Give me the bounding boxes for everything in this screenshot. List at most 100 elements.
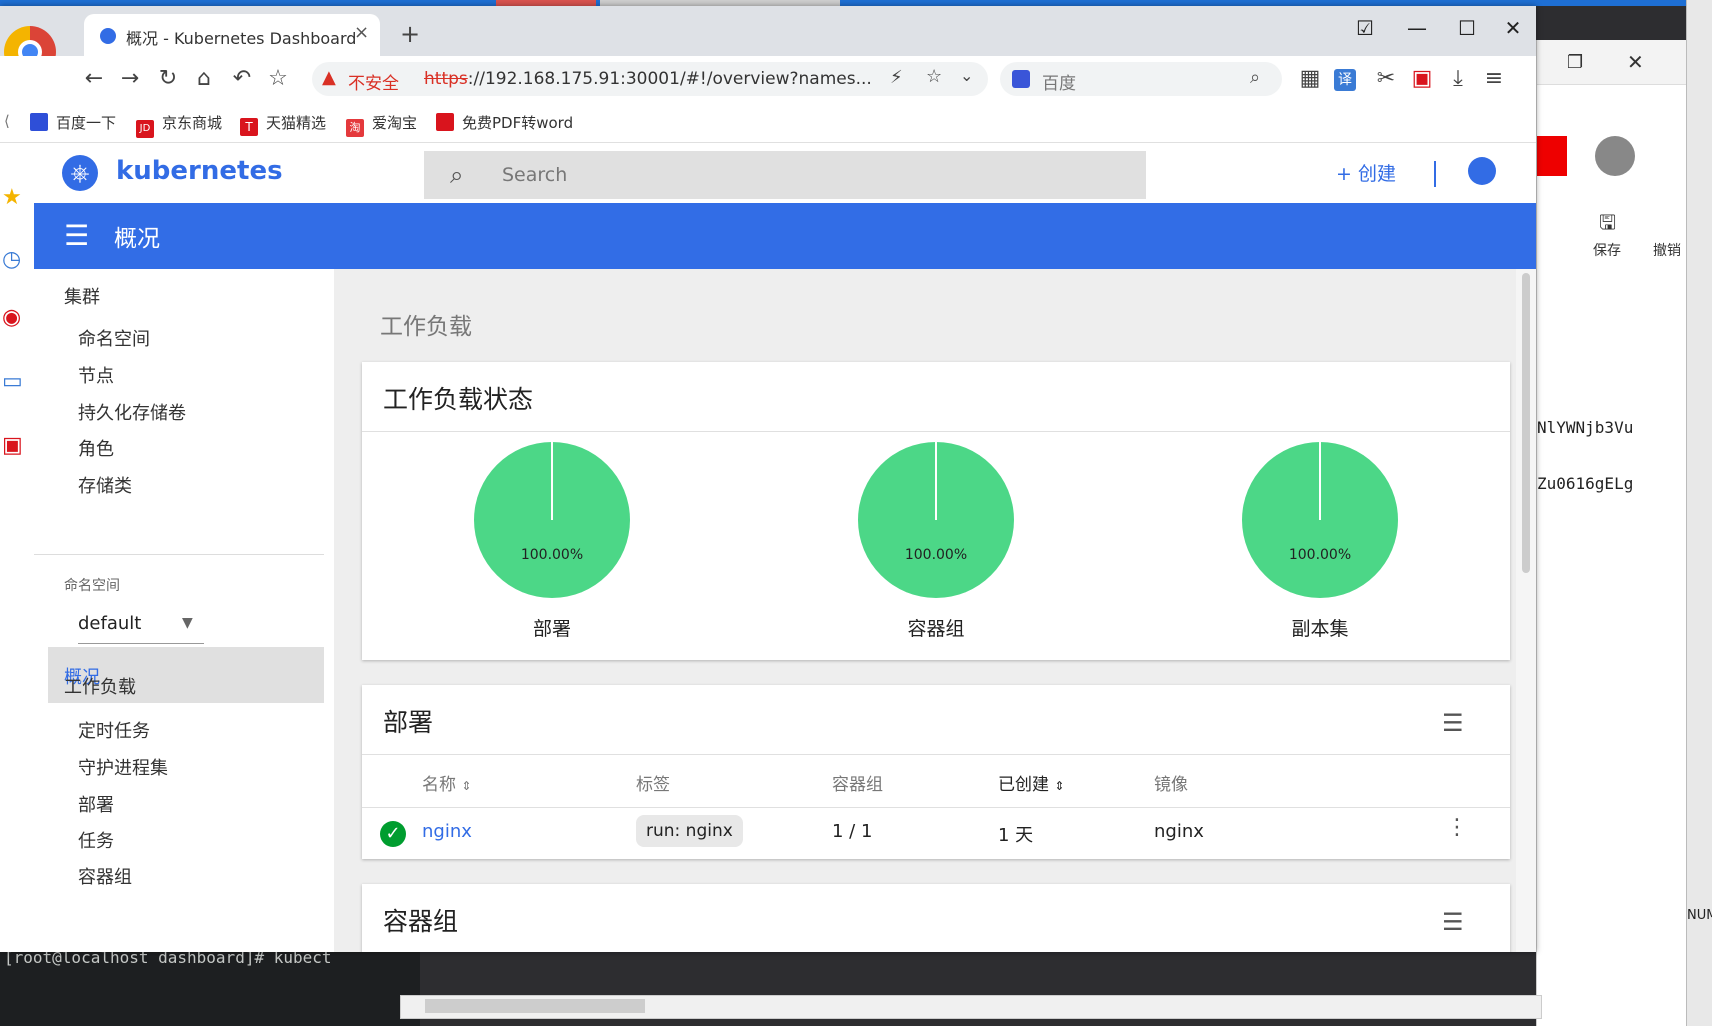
nav-item-pods[interactable]: 容器组 <box>78 863 132 889</box>
scroll-thumb[interactable] <box>425 999 645 1013</box>
save-label: 保存 <box>1593 243 1621 259</box>
code-text-1: NlYWNjb3Vu <box>1537 418 1634 437</box>
bookmark-star-icon[interactable]: ☆ <box>264 66 292 91</box>
weibo-icon[interactable]: ◉ <box>2 305 21 330</box>
nav-section-workloads[interactable]: 工作负载 <box>64 673 136 699</box>
table-row-name[interactable]: nginx <box>422 821 472 842</box>
new-tab-icon[interactable]: + <box>400 20 420 48</box>
pie-label: 容器组 <box>907 618 965 640</box>
nav-item-daemonsets[interactable]: 守护进程集 <box>78 754 168 780</box>
bookmark-label: 京东商城 <box>162 114 223 132</box>
filter-icon[interactable]: ☰ <box>1442 709 1464 737</box>
chevron-down-icon[interactable]: ⌄ <box>960 66 973 85</box>
pie-chart-replicasets[interactable] <box>1242 442 1398 598</box>
pie-chart-deployments[interactable] <box>474 442 630 598</box>
nav-item-storage-classes[interactable]: 存储类 <box>78 472 132 498</box>
pdf-side-icon[interactable]: ▣ <box>2 433 23 458</box>
table-cell-pods: 1 / 1 <box>832 821 873 842</box>
pdf-icon <box>436 113 454 131</box>
nav-section-cluster[interactable]: 集群 <box>64 283 100 309</box>
security-label[interactable]: 不安全 <box>348 69 399 94</box>
page-title: 概况 <box>114 226 160 252</box>
card-title: 容器组 <box>383 907 459 936</box>
maximize-icon[interactable]: ☐ <box>1452 16 1482 40</box>
search-input[interactable]: ⌕ Search <box>424 151 1146 199</box>
bookmark-item[interactable]: JD 京东商城 <box>136 112 222 138</box>
filter-icon[interactable]: ☰ <box>1442 908 1464 936</box>
bookmark-item[interactable]: 免费PDF转word <box>436 112 573 133</box>
close-icon[interactable]: ✕ <box>1627 50 1644 74</box>
address-bar[interactable]: ▲ 不安全 https://192.168.175.91:30001/#!/ov… <box>312 62 988 96</box>
kubernetes-logo-icon[interactable]: ⎈ <box>62 155 98 191</box>
scroll-thumb[interactable] <box>1522 273 1530 573</box>
bookmark-scroll-left-icon[interactable]: ⟨ <box>4 112 10 130</box>
vertical-scrollbar[interactable] <box>1516 269 1536 952</box>
red-button[interactable] <box>1537 136 1567 176</box>
forward-icon[interactable]: → <box>116 66 144 91</box>
bookmark-item[interactable]: T 天猫精选 <box>240 112 326 136</box>
menu-icon[interactable]: ≡ <box>1480 66 1508 91</box>
column-label: 名称 <box>422 775 456 795</box>
code-text-2: Zu0616gELg <box>1537 474 1634 493</box>
column-header-name[interactable]: 名称 ⇕ <box>422 770 471 795</box>
sort-icon: ⇕ <box>1054 779 1065 793</box>
table-cell-created: 1 天 <box>998 825 1034 846</box>
bookmark-item[interactable]: 百度一下 <box>30 112 116 133</box>
deployments-card: 部署 ☰ 名称 ⇕ 标签 容器组 已创建 ⇕ 镜像 ✓ nginx run: n… <box>362 685 1510 859</box>
nav-item-deployments[interactable]: 部署 <box>78 791 114 817</box>
scissors-icon[interactable]: ✂ <box>1372 66 1400 91</box>
translate-icon[interactable]: 译 <box>1334 69 1356 91</box>
url-text[interactable]: https://192.168.175.91:30001/#!/overview… <box>424 69 924 89</box>
search-icon: ⌕ <box>450 161 464 189</box>
tab-search-icon[interactable]: ☑ <box>1350 16 1380 40</box>
lightning-icon[interactable]: ⚡ <box>890 67 903 88</box>
account-icon[interactable] <box>1468 157 1496 185</box>
search-icon[interactable]: ⌕ <box>1250 67 1260 88</box>
table-cell-image: nginx <box>1154 821 1204 842</box>
horizontal-scrollbar[interactable] <box>400 995 1542 1019</box>
undo-close-icon[interactable]: ↶ <box>228 66 256 91</box>
create-button[interactable]: + 创建 <box>1336 159 1396 186</box>
tab-close-icon[interactable]: × <box>354 22 369 43</box>
card-icon[interactable]: ▭ <box>2 369 23 394</box>
pdf-icon[interactable]: ▣ <box>1408 66 1436 91</box>
active-tab[interactable]: 概况 - Kubernetes Dashboard × <box>84 14 380 56</box>
tab-title: 概况 - Kubernetes Dashboard <box>126 29 357 48</box>
deployment-link[interactable]: nginx <box>422 821 472 842</box>
star-icon[interactable]: ☆ <box>926 66 942 87</box>
kubernetes-brand[interactable]: kubernetes <box>116 156 283 186</box>
warning-icon[interactable]: ▲ <box>322 67 336 88</box>
browser-toolbar: ← → ↻ ⌂ ↶ ☆ ▲ 不安全 https://192.168.175.91… <box>0 56 1536 104</box>
pie-chart-pods[interactable] <box>858 442 1014 598</box>
namespace-select[interactable]: default ▼ <box>78 607 204 644</box>
favorites-star-icon[interactable]: ★ <box>2 185 22 210</box>
bookmark-label: 免费PDF转word <box>462 114 574 132</box>
nav-item-nodes[interactable]: 节点 <box>78 362 114 388</box>
more-vert-icon[interactable]: ⋮ <box>1446 815 1468 840</box>
nav-item-roles[interactable]: 角色 <box>78 435 114 461</box>
hamburger-menu-icon[interactable]: ☰ <box>64 219 89 252</box>
nav-item-jobs[interactable]: 任务 <box>78 827 114 853</box>
minimize-icon[interactable]: — <box>1402 16 1432 40</box>
main-content: 工作负载 工作负载状态 100.00% 部署 100.00% 容器组 100.0… <box>334 269 1516 952</box>
window-close-icon[interactable]: ✕ <box>1498 16 1528 40</box>
avatar[interactable] <box>1595 136 1635 176</box>
restore-icon[interactable]: ❐ <box>1567 52 1583 73</box>
search-engine-box[interactable]: 百度 ⌕ <box>1000 62 1282 96</box>
nav-item-namespaces[interactable]: 命名空间 <box>78 325 150 351</box>
bookmark-item[interactable]: 淘爱淘宝 <box>346 112 417 137</box>
undo-label: 撤销 <box>1653 243 1681 259</box>
nav-item-cronjobs[interactable]: 定时任务 <box>78 717 150 743</box>
terminal-window[interactable]: [root@localhost dashboard]# kubect <box>0 948 420 1026</box>
home-icon[interactable]: ⌂ <box>190 66 218 91</box>
reload-icon[interactable]: ↻ <box>154 66 182 91</box>
download-icon[interactable]: ⤓ <box>1444 66 1472 91</box>
history-clock-icon[interactable]: ◷ <box>2 247 21 272</box>
qr-icon[interactable]: ▦ <box>1296 66 1324 91</box>
namespace-value: default <box>78 613 142 634</box>
back-icon[interactable]: ← <box>80 66 108 91</box>
column-header-created[interactable]: 已创建 ⇕ <box>998 770 1064 795</box>
save-icon[interactable]: 🖫 <box>1599 208 1616 242</box>
search-placeholder: Search <box>502 164 568 186</box>
nav-item-persistent-volumes[interactable]: 持久化存储卷 <box>78 399 186 425</box>
